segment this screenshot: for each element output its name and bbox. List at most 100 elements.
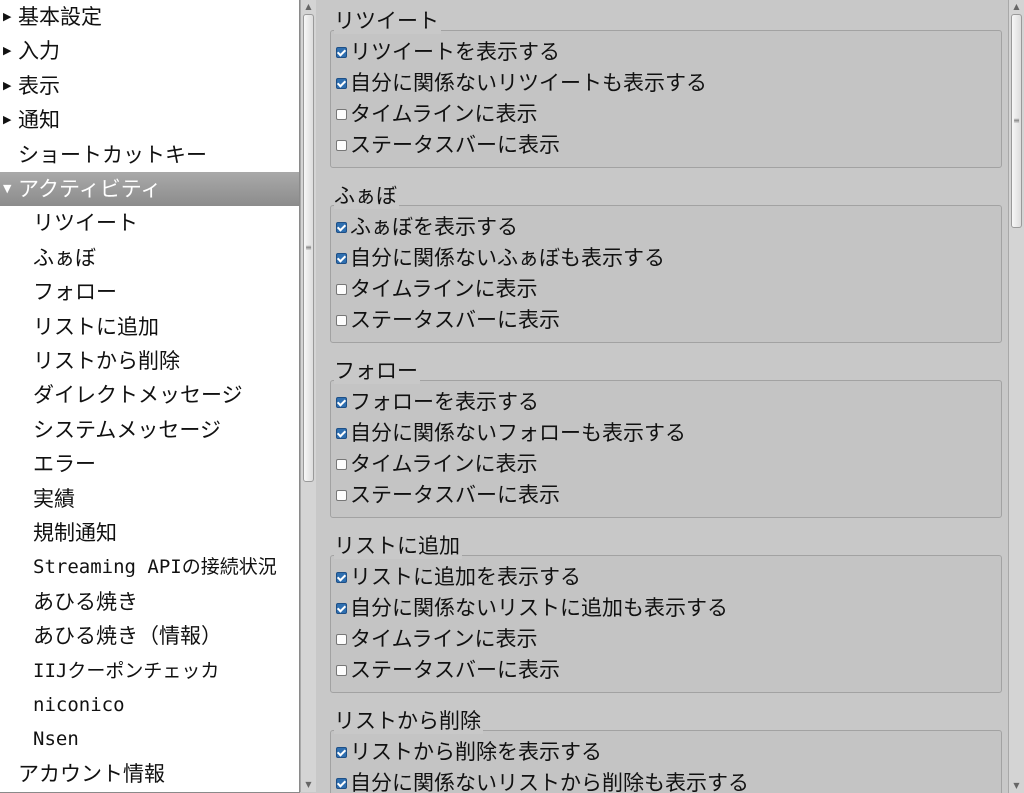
checkbox-unchecked[interactable] xyxy=(336,634,347,645)
checkbox-label: ステータスバーに表示 xyxy=(350,658,560,682)
tree-item-label: リツイート xyxy=(33,211,138,236)
checkbox-label: リツイートを表示する xyxy=(350,40,560,64)
tree-item[interactable]: アカウント情報 xyxy=(0,757,299,791)
checkbox-checked[interactable] xyxy=(336,428,347,439)
tree-scroll-thumb[interactable]: ≡ xyxy=(303,14,314,482)
tree-item-label: ふぁぼ xyxy=(33,245,96,270)
checkbox-unchecked[interactable] xyxy=(336,109,347,120)
checkbox-unchecked[interactable] xyxy=(336,665,347,676)
checkbox-option[interactable]: フォローを表示する xyxy=(336,387,539,417)
checkbox-option[interactable]: 自分に関係ないリストから削除も表示する xyxy=(336,768,749,793)
collapsed-arrow-icon[interactable]: ▶ xyxy=(3,34,11,67)
tree-scrollbar[interactable]: ▲ ≡ ▼ xyxy=(300,0,316,792)
checkbox-label: 自分に関係ないふぁぼも表示する xyxy=(350,246,665,270)
tree-item[interactable]: ダイレクトメッセージ xyxy=(0,378,299,412)
checkbox-unchecked[interactable] xyxy=(336,459,347,470)
collapsed-arrow-icon[interactable]: ▶ xyxy=(3,69,11,102)
tree-item[interactable]: リツイート xyxy=(0,206,299,240)
tree-item[interactable]: リストから削除 xyxy=(0,344,299,378)
content-scrollbar[interactable]: ▲ ≡ ▼ xyxy=(1008,0,1024,793)
checkbox-option[interactable]: ステータスバーに表示 xyxy=(336,480,560,510)
tree-item-label: リストから削除 xyxy=(33,349,180,373)
checkbox-checked[interactable] xyxy=(336,397,347,408)
group-title: フォロー xyxy=(334,358,420,384)
checkbox-option[interactable]: タイムラインに表示 xyxy=(336,624,538,654)
checkbox-option[interactable]: リストに追加を表示する xyxy=(336,562,581,592)
tree-item-selected[interactable]: ▼ アクティビティ xyxy=(0,172,299,206)
tree-item[interactable]: Streaming APIの接続状況 xyxy=(0,550,299,584)
checkbox-option[interactable]: タイムラインに表示 xyxy=(336,449,538,479)
checkbox-label: 自分に関係ないフォローも表示する xyxy=(350,421,686,445)
group-title: リストに追加 xyxy=(334,533,462,559)
checkbox-checked[interactable] xyxy=(336,253,347,264)
scroll-up-icon[interactable]: ▲ xyxy=(301,0,316,14)
tree-item[interactable]: ふぁぼ xyxy=(0,241,299,275)
checkbox-option[interactable]: リストから削除を表示する xyxy=(336,737,602,767)
checkbox-checked[interactable] xyxy=(336,778,347,789)
tree-item-label: リストに追加 xyxy=(33,314,159,339)
scroll-down-icon[interactable]: ▼ xyxy=(1009,779,1024,793)
tree-item-label: Nsen xyxy=(33,728,79,751)
scroll-up-icon[interactable]: ▲ xyxy=(1009,0,1024,14)
checkbox-unchecked[interactable] xyxy=(336,490,347,501)
tree-item[interactable]: あひる焼き（情報） xyxy=(0,619,299,653)
checkbox-checked[interactable] xyxy=(336,603,347,614)
collapsed-arrow-icon[interactable]: ▶ xyxy=(3,103,11,136)
checkbox-unchecked[interactable] xyxy=(336,315,347,326)
checkbox-option[interactable]: タイムラインに表示 xyxy=(336,274,538,304)
tree-item-label: Streaming APIの接続状況 xyxy=(33,556,277,579)
tree-item[interactable]: ▶ 入力 xyxy=(0,34,299,68)
tree-item[interactable]: niconico xyxy=(0,688,299,722)
option-group: リストから削除リストから削除を表示する自分に関係ないリストから削除も表示する xyxy=(330,708,1002,793)
checkbox-checked[interactable] xyxy=(336,47,347,58)
collapsed-arrow-icon[interactable]: ▶ xyxy=(3,0,11,33)
tree-item[interactable]: 規制通知 xyxy=(0,516,299,550)
checkbox-checked[interactable] xyxy=(336,572,347,583)
tree-item[interactable]: Nsen xyxy=(0,722,299,756)
expanded-arrow-icon[interactable]: ▼ xyxy=(3,172,11,205)
checkbox-unchecked[interactable] xyxy=(336,284,347,295)
checkbox-option[interactable]: 自分に関係ないリツイートも表示する xyxy=(336,68,707,98)
tree-item-label: 規制通知 xyxy=(33,521,117,545)
checkbox-option[interactable]: ステータスバーに表示 xyxy=(336,305,560,335)
checkbox-checked[interactable] xyxy=(336,747,347,758)
checkbox-label: ステータスバーに表示 xyxy=(350,133,560,157)
checkbox-label: タイムラインに表示 xyxy=(350,627,538,651)
tree-item[interactable]: IIJクーポンチェッカ xyxy=(0,654,299,688)
tree-item[interactable]: 実績 xyxy=(0,482,299,516)
checkbox-option[interactable]: ふぁぼを表示する xyxy=(336,212,518,242)
tree-item[interactable]: リストに追加 xyxy=(0,310,299,344)
checkbox-option[interactable]: ステータスバーに表示 xyxy=(336,655,560,685)
tree-item[interactable]: フォロー xyxy=(0,275,299,309)
tree-item[interactable]: あひる焼き xyxy=(0,585,299,619)
checkbox-label: リストに追加を表示する xyxy=(350,565,581,589)
tree-item-label: エラー xyxy=(33,452,96,477)
checkbox-option[interactable]: 自分に関係ないふぁぼも表示する xyxy=(336,243,665,273)
group-title: リストから削除 xyxy=(334,708,483,734)
checkbox-option[interactable]: タイムラインに表示 xyxy=(336,99,538,129)
tree-item[interactable]: システムメッセージ xyxy=(0,413,299,447)
checkbox-option[interactable]: リツイートを表示する xyxy=(336,37,560,67)
tree-item-label: 基本設定 xyxy=(18,5,102,29)
option-group: フォローフォローを表示する自分に関係ないフォローも表示する タイムラインに表示ステ… xyxy=(330,358,1002,518)
checkbox-option[interactable]: 自分に関係ないフォローも表示する xyxy=(336,418,686,448)
tree-item[interactable]: エラー xyxy=(0,447,299,481)
checkbox-option[interactable]: 自分に関係ないリストに追加も表示する xyxy=(336,593,728,623)
tree-item[interactable]: ▶ 基本設定 xyxy=(0,0,299,34)
checkbox-checked[interactable] xyxy=(336,78,347,89)
checkbox-option[interactable]: ステータスバーに表示 xyxy=(336,130,560,160)
content-scroll-thumb[interactable]: ≡ xyxy=(1011,14,1022,228)
scroll-down-icon[interactable]: ▼ xyxy=(301,778,316,792)
tree-item[interactable]: ショートカットキー xyxy=(0,138,299,172)
checkbox-label: タイムラインに表示 xyxy=(350,452,538,476)
group-title: ふぁぼ xyxy=(334,183,399,209)
tree-item-label: ダイレクトメッセージ xyxy=(33,383,243,408)
checkbox-label: リストから削除を表示する xyxy=(350,740,602,764)
checkbox-checked[interactable] xyxy=(336,222,347,233)
checkbox-unchecked[interactable] xyxy=(336,140,347,151)
tree-item[interactable]: ▶ 通知 xyxy=(0,103,299,137)
tree-item[interactable]: ▶ 表示 xyxy=(0,69,299,103)
settings-content: リツイート リツイートを表示する 自分に関係ないリツイートも表示する タイムラインに表… xyxy=(322,0,1008,793)
checkbox-label: フォローを表示する xyxy=(350,390,539,414)
tree-item-label: あひる焼き xyxy=(33,589,138,614)
